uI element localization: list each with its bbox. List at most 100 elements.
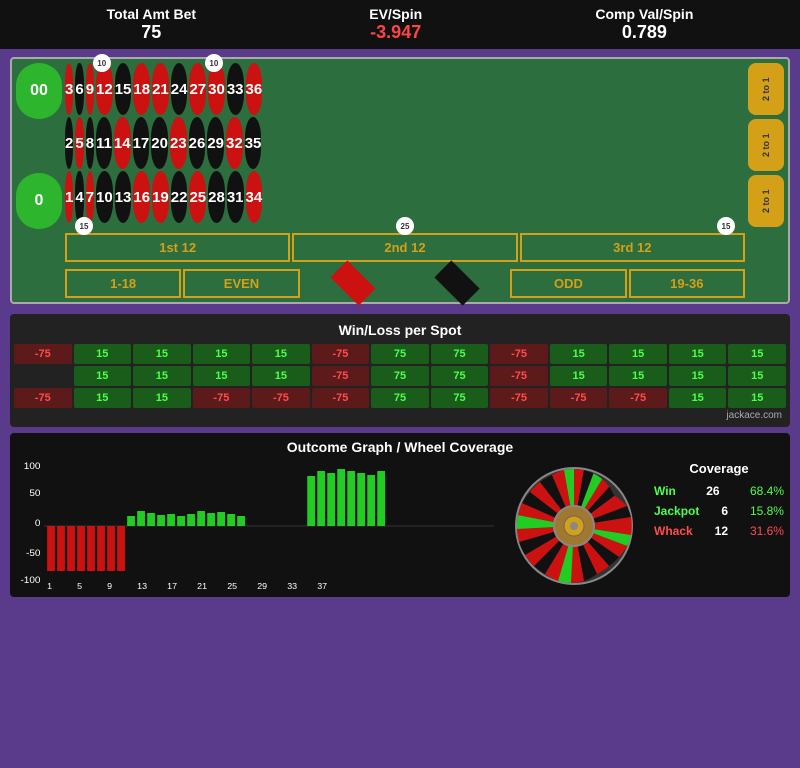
comp-val-spin-value: 0.789 (595, 22, 693, 43)
svg-text:9: 9 (107, 581, 112, 590)
dozen-1st12[interactable]: 1st 12 15 (65, 233, 290, 262)
outcome-graph: 100 50 0 -50 -100 (16, 461, 494, 591)
wl-r1c1: -75 (14, 344, 72, 364)
cell-18[interactable]: 18 (133, 63, 150, 115)
wl-r2c3: 15 (133, 366, 191, 386)
cell-25[interactable]: 25 (189, 171, 206, 223)
even-even[interactable]: EVEN (183, 269, 299, 298)
cell-23[interactable]: 23 (170, 117, 187, 169)
cell-13[interactable]: 13 (115, 171, 132, 223)
cell-30[interactable]: 30 10 (208, 63, 225, 115)
two-to-one-bot[interactable]: 2 to 1 (748, 175, 784, 227)
wl-r2c1 (14, 366, 72, 386)
cell-3[interactable]: 3 (65, 63, 73, 115)
dozen-2nd12-label: 2nd 12 (384, 240, 425, 255)
cell-10[interactable]: 10 (96, 171, 113, 223)
cell-32[interactable]: 32 (226, 117, 243, 169)
svg-text:17: 17 (167, 581, 177, 590)
svg-text:33: 33 (287, 581, 297, 590)
coverage-area: Coverage Win 26 68.4% Jackpot 6 15.8% Wh… (654, 461, 784, 591)
cell-2[interactable]: 2 (65, 117, 73, 169)
wl-r1c3: 15 (133, 344, 191, 364)
wl-r2c9: -75 (490, 366, 548, 386)
dozen-3rd12-label: 3rd 12 (613, 240, 651, 255)
svg-text:50: 50 (29, 488, 40, 498)
wl-r1c7: 75 (371, 344, 429, 364)
graph-area: 100 50 0 -50 -100 (16, 461, 494, 591)
ev-spin-label: EV/Spin (369, 6, 422, 22)
two-to-one-top[interactable]: 2 to 1 (748, 63, 784, 115)
cell-9[interactable]: 9 (86, 63, 94, 115)
dozen-2nd12[interactable]: 2nd 12 25 (292, 233, 517, 262)
even-odd[interactable]: ODD (510, 269, 626, 298)
cell-1[interactable]: 1 (65, 171, 73, 223)
cell-35[interactable]: 35 (245, 117, 262, 169)
even-1-18[interactable]: 1-18 (65, 269, 181, 298)
wl-r1c12: 15 (669, 344, 727, 364)
cell-14[interactable]: 14 (114, 117, 131, 169)
svg-text:21: 21 (197, 581, 207, 590)
cell-21[interactable]: 21 (152, 63, 169, 115)
cell-26[interactable]: 26 (189, 117, 206, 169)
coverage-win-label: Win (654, 484, 676, 498)
wl-r1c4: 15 (193, 344, 251, 364)
even-19-36[interactable]: 19-36 (629, 269, 745, 298)
svg-text:29: 29 (257, 581, 267, 590)
cell-11[interactable]: 11 (96, 117, 112, 169)
wl-r1c11: 15 (609, 344, 667, 364)
wl-r2c10: 15 (550, 366, 608, 386)
diamond-red-area[interactable] (302, 268, 404, 298)
wl-r3c5: -75 (252, 388, 310, 408)
svg-text:5: 5 (77, 581, 82, 590)
svg-text:100: 100 (24, 461, 41, 471)
diamond-black-area[interactable] (406, 268, 508, 298)
chip-25-2nd12: 25 (396, 217, 414, 235)
wl-r3c4: -75 (193, 388, 251, 408)
wl-r3c12: 15 (669, 388, 727, 408)
cell-12[interactable]: 12 10 (96, 63, 113, 115)
total-amt-bet-label: Total Amt Bet (107, 6, 196, 22)
cell-33[interactable]: 33 (227, 63, 244, 115)
cell-22[interactable]: 22 (171, 171, 188, 223)
total-amt-bet-value: 75 (107, 22, 196, 43)
dozen-3rd12[interactable]: 3rd 12 15 (520, 233, 745, 262)
wl-r2c8: 75 (431, 366, 489, 386)
cell-7[interactable]: 7 (86, 171, 94, 223)
svg-text:-50: -50 (26, 548, 40, 558)
winloss-section: Win/Loss per Spot -75 15 15 15 15 -75 75… (10, 314, 790, 427)
wl-r2c5: 15 (252, 366, 310, 386)
ev-spin-block: EV/Spin -3.947 (369, 6, 422, 43)
cell-28[interactable]: 28 (208, 171, 225, 223)
coverage-jackpot-label: Jackpot (654, 504, 699, 518)
wl-r3c8: 75 (431, 388, 489, 408)
coverage-whack-row: Whack 12 31.6% (654, 524, 784, 538)
cell-24[interactable]: 24 (171, 63, 188, 115)
cell-34[interactable]: 34 (246, 171, 263, 223)
cell-19[interactable]: 19 (152, 171, 169, 223)
cell-16[interactable]: 16 (133, 171, 150, 223)
cell-27[interactable]: 27 (189, 63, 206, 115)
wl-r2c2: 15 (74, 366, 132, 386)
chip-10-col4: 10 (93, 54, 111, 72)
cell-00[interactable]: 00 (16, 63, 62, 119)
cell-5[interactable]: 5 (75, 117, 83, 169)
header-stats: Total Amt Bet 75 EV/Spin -3.947 Comp Val… (0, 0, 800, 49)
cell-36[interactable]: 36 (246, 63, 263, 115)
cell-8[interactable]: 8 (86, 117, 94, 169)
wl-r2c4: 15 (193, 366, 251, 386)
winloss-row-3: -75 15 15 -75 -75 -75 75 75 -75 -75 -75 … (14, 388, 786, 408)
cell-4[interactable]: 4 (75, 171, 83, 223)
ev-spin-value: -3.947 (369, 22, 422, 43)
winloss-row-2: 15 15 15 15 -75 75 75 -75 15 15 15 15 (14, 366, 786, 386)
cell-29[interactable]: 29 (207, 117, 224, 169)
cell-17[interactable]: 17 (133, 117, 150, 169)
cell-31[interactable]: 31 (227, 171, 244, 223)
cell-20[interactable]: 20 (151, 117, 168, 169)
cell-6[interactable]: 6 (75, 63, 83, 115)
winloss-row-1: -75 15 15 15 15 -75 75 75 -75 15 15 15 1… (14, 344, 786, 364)
chip-15-3rd12: 15 (717, 217, 735, 235)
cell-15[interactable]: 15 (115, 63, 132, 115)
two-to-one-mid[interactable]: 2 to 1 (748, 119, 784, 171)
outcome-section: Outcome Graph / Wheel Coverage 100 50 0 … (10, 433, 790, 597)
cell-0[interactable]: 0 (16, 173, 62, 229)
